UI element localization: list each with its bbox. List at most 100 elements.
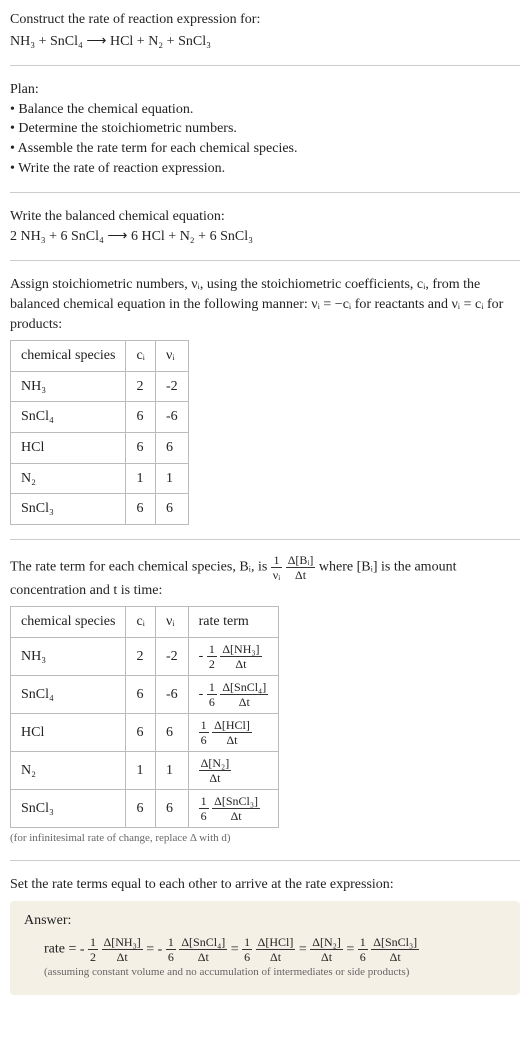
- plan-item: • Assemble the rate term for each chemic…: [10, 139, 520, 159]
- frac-num: Δ[SnCl₄]: [220, 681, 268, 695]
- cell-vi: 1: [155, 751, 188, 789]
- rateterm-table: chemical species cᵢ νᵢ rate term NH₃ 2 -…: [10, 606, 279, 828]
- rate-prefix: rate =: [44, 942, 80, 957]
- frac-den: Δt: [371, 950, 419, 963]
- frac-den: 6: [199, 809, 209, 822]
- cell-ci: 6: [126, 494, 156, 525]
- rate-term: = Δ[N₂]Δt: [299, 942, 346, 957]
- frac-den: Δt: [199, 771, 232, 784]
- frac-den: Δt: [212, 733, 252, 746]
- cell-rate-term: 16 Δ[SnCl₃]Δt: [188, 789, 279, 827]
- delta-frac: Δ[HCl]Δt: [212, 719, 252, 746]
- cell-vi: 6: [155, 494, 188, 525]
- prompt-section: Construct the rate of reaction expressio…: [10, 10, 520, 51]
- rate-term: = 16 Δ[HCl]Δt: [231, 942, 299, 957]
- col-vi: νᵢ: [155, 341, 188, 372]
- plan-item: • Determine the stoichiometric numbers.: [10, 119, 520, 139]
- frac-den: 2: [88, 950, 98, 963]
- table-row: HCl 6 6 16 Δ[HCl]Δt: [11, 713, 279, 751]
- cell-species: N₂: [11, 463, 126, 494]
- frac-den: 6: [358, 950, 368, 963]
- table-header-row: chemical species cᵢ νᵢ: [11, 341, 189, 372]
- frac-den: 6: [199, 733, 209, 746]
- frac-num: Δ[SnCl₃]: [212, 795, 260, 809]
- divider: [10, 539, 520, 540]
- table-header-row: chemical species cᵢ νᵢ rate term: [11, 607, 279, 638]
- term-pre: -: [80, 942, 88, 957]
- cell-vi: -6: [155, 675, 188, 713]
- table-row: SnCl₃ 6 6 16 Δ[SnCl₃]Δt: [11, 789, 279, 827]
- cell-vi: -2: [155, 371, 188, 402]
- cell-ci: 2: [126, 371, 156, 402]
- cell-vi: -2: [155, 637, 188, 675]
- table-row: SnCl₄ 6 -6 - 16 Δ[SnCl₄]Δt: [11, 675, 279, 713]
- rateterm-section: The rate term for each chemical species,…: [10, 554, 520, 847]
- col-vi: νᵢ: [155, 607, 188, 638]
- delta-frac: Δ[SnCl₄]Δt: [220, 681, 268, 708]
- frac-num: Δ[NH₃]: [102, 936, 143, 950]
- frac-num: 1: [242, 936, 252, 950]
- cell-species: NH₃: [11, 637, 126, 675]
- plan-item: • Balance the chemical equation.: [10, 100, 520, 120]
- term-pre: =: [299, 942, 310, 957]
- plan-item: • Write the rate of reaction expression.: [10, 159, 520, 179]
- col-species: chemical species: [11, 607, 126, 638]
- divider: [10, 192, 520, 193]
- frac-den: 6: [242, 950, 252, 963]
- frac-num: 1: [271, 554, 282, 568]
- prompt-title: Construct the rate of reaction expressio…: [10, 10, 520, 30]
- assign-section: Assign stoichiometric numbers, νᵢ, using…: [10, 275, 520, 524]
- answer-box: Answer: rate = - 12 Δ[NH₃]Δt = - 16 Δ[Sn…: [10, 901, 520, 995]
- frac-num: Δ[SnCl₄]: [179, 936, 227, 950]
- cell-vi: 1: [155, 463, 188, 494]
- frac-den: Δt: [179, 950, 227, 963]
- balanced-equation: 2 NH₃ + 6 SnCl₄ ⟶ 6 HCl + N₂ + 6 SnCl₃: [10, 227, 520, 247]
- frac-den: Δt: [310, 950, 343, 963]
- frac-num: Δ[N₂]: [310, 936, 343, 950]
- divider: [10, 65, 520, 66]
- delta-frac: Δ[N₂]Δt: [310, 936, 343, 963]
- cell-ci: 6: [126, 789, 156, 827]
- cell-rate-term: 16 Δ[HCl]Δt: [188, 713, 279, 751]
- coef-frac: 16: [199, 795, 209, 822]
- cell-species: HCl: [11, 713, 126, 751]
- delta-frac: Δ[SnCl₄]Δt: [179, 936, 227, 963]
- coef-frac: 16: [207, 681, 217, 708]
- frac-num: 1: [199, 795, 209, 809]
- frac-one-over-nu: 1νᵢ: [271, 554, 282, 581]
- frac-num: Δ[Bᵢ]: [286, 554, 316, 568]
- cell-species: SnCl₄: [11, 402, 126, 433]
- divider: [10, 260, 520, 261]
- term-pre: =: [231, 942, 242, 957]
- cell-rate-term: - 16 Δ[SnCl₄]Δt: [188, 675, 279, 713]
- frac-num: Δ[SnCl₃]: [371, 936, 419, 950]
- frac-num: 1: [88, 936, 98, 950]
- assign-intro: Assign stoichiometric numbers, νᵢ, using…: [10, 275, 520, 334]
- rate-term: - 12 Δ[NH₃]Δt: [80, 942, 146, 957]
- cell-ci: 1: [126, 463, 156, 494]
- frac-den: Δt: [212, 809, 260, 822]
- cell-ci: 6: [126, 675, 156, 713]
- coef-frac: 16: [358, 936, 368, 963]
- cell-vi: -6: [155, 402, 188, 433]
- cell-species: SnCl₄: [11, 675, 126, 713]
- frac-num: Δ[HCl]: [256, 936, 296, 950]
- answer-equation: rate = - 12 Δ[NH₃]Δt = - 16 Δ[SnCl₄]Δt =…: [44, 936, 506, 963]
- frac-num: 1: [199, 719, 209, 733]
- coef-sign: -: [199, 649, 207, 664]
- delta-frac: Δ[SnCl₃]Δt: [212, 795, 260, 822]
- frac-den: 6: [207, 695, 217, 708]
- frac-den: 6: [166, 950, 176, 963]
- frac-num: 1: [207, 681, 217, 695]
- plan-title: Plan:: [10, 80, 520, 100]
- rate-term: = 16 Δ[SnCl₃]Δt: [346, 942, 419, 957]
- col-species: chemical species: [11, 341, 126, 372]
- balanced-title: Write the balanced chemical equation:: [10, 207, 520, 227]
- col-ci: cᵢ: [126, 341, 156, 372]
- cell-vi: 6: [155, 789, 188, 827]
- coef-frac: 12: [207, 643, 217, 670]
- rateterm-intro: The rate term for each chemical species,…: [10, 554, 520, 601]
- cell-ci: 6: [126, 713, 156, 751]
- delta-frac: Δ[NH₃]Δt: [102, 936, 143, 963]
- prompt-equation: NH₃ + SnCl₄ ⟶ HCl + N₂ + SnCl₃: [10, 32, 520, 52]
